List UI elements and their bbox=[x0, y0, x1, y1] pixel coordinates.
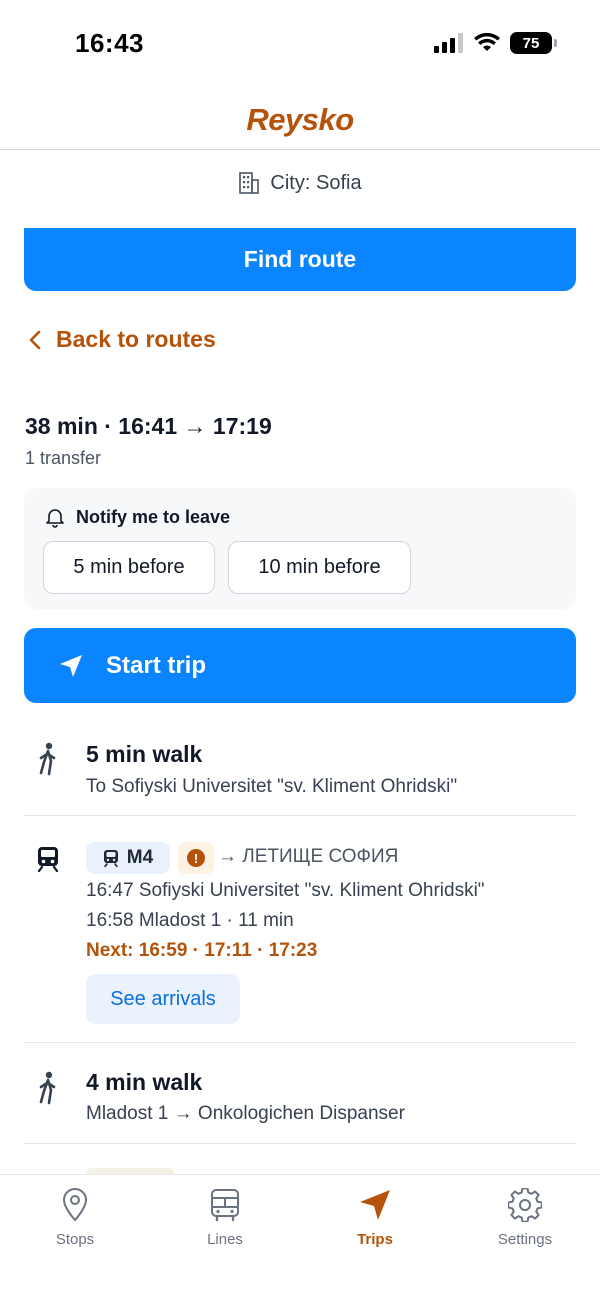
tab-trips[interactable]: Trips bbox=[300, 1185, 450, 1265]
location-pin-icon bbox=[62, 1188, 88, 1222]
start-trip-button[interactable]: Start trip bbox=[24, 628, 576, 703]
city-label: City: Sofia bbox=[270, 171, 362, 194]
line-name: M4 bbox=[126, 847, 154, 868]
walk-route: Mladost 1 → Onkologichen Dispanser bbox=[86, 1103, 405, 1124]
see-arrivals-button[interactable]: See arrivals bbox=[86, 974, 240, 1024]
find-route-button[interactable]: Find route bbox=[24, 228, 576, 291]
trip-transfers: 1 transfer bbox=[25, 448, 102, 468]
notify-10-min-button[interactable]: 10 min before bbox=[228, 541, 411, 594]
tab-stops[interactable]: Stops bbox=[0, 1185, 150, 1265]
city-selector[interactable]: City: Sofia bbox=[0, 168, 600, 198]
tab-label: Settings bbox=[497, 1231, 553, 1248]
walk-duration: 5 min walk bbox=[86, 741, 203, 767]
walk-duration: 4 min walk bbox=[86, 1069, 203, 1095]
signal-icon bbox=[434, 33, 463, 53]
notify-5-min-button[interactable]: 5 min before bbox=[43, 541, 215, 594]
tab-label: Stops bbox=[55, 1231, 95, 1248]
trip-step-metro: M4 ! → ЛЕТИЩЕ СОФИЯ 16:47 Sofiyski Unive… bbox=[24, 816, 576, 1043]
notify-card: Notify me to leave 5 min before 10 min b… bbox=[24, 488, 576, 609]
bus-icon bbox=[211, 1189, 239, 1222]
app-header: Reysko bbox=[0, 90, 600, 150]
alighting-stop: 16:58 Mladost 1 · 11 min bbox=[86, 910, 294, 931]
trip-step-walk-2: 4 min walk Mladost 1 → Onkologichen Disp… bbox=[24, 1043, 576, 1144]
tab-bar: Stops Lines Trips Settings bbox=[0, 1174, 600, 1301]
back-to-routes-link[interactable]: Back to routes bbox=[28, 326, 216, 353]
notify-header: Notify me to leave bbox=[44, 506, 230, 528]
start-trip-label: Start trip bbox=[106, 651, 207, 679]
navigation-arrow-icon bbox=[60, 654, 82, 677]
notify-title: Notify me to leave bbox=[76, 506, 231, 527]
tab-label: Trips bbox=[357, 1231, 393, 1248]
status-time: 16:43 bbox=[75, 28, 144, 58]
app-logo: Reysko bbox=[246, 101, 354, 137]
boarding-stop: 16:47 Sofiyski Universitet "sv. Kliment … bbox=[86, 880, 485, 901]
alert-icon: ! bbox=[187, 849, 205, 867]
building-icon bbox=[239, 172, 260, 194]
wifi-icon bbox=[474, 33, 500, 51]
bell-icon bbox=[46, 509, 64, 528]
line-badge[interactable]: M4 bbox=[86, 842, 170, 874]
status-icons: 75 bbox=[434, 32, 557, 54]
battery-indicator: 75 bbox=[510, 32, 557, 54]
metro-icon bbox=[37, 847, 59, 872]
walk-icon bbox=[39, 742, 56, 776]
next-departures: Next: 16:59 · 17:11 · 17:23 bbox=[86, 940, 318, 961]
metro-small-icon bbox=[103, 850, 118, 867]
line-direction: → ЛЕТИЩЕ СОФИЯ bbox=[218, 846, 399, 867]
battery-level: 75 bbox=[522, 34, 540, 52]
status-bar: 16:43 75 bbox=[0, 0, 600, 90]
walk-destination: To Sofiyski Universitet "sv. Kliment Ohr… bbox=[86, 776, 458, 797]
navigation-arrow-icon bbox=[360, 1190, 390, 1220]
chevron-left-icon bbox=[29, 330, 41, 349]
trip-step-walk-1: 5 min walk To Sofiyski Universitet "sv. … bbox=[24, 724, 576, 816]
service-alert-badge[interactable]: ! bbox=[178, 842, 214, 874]
tab-label: Lines bbox=[207, 1231, 243, 1248]
gear-icon bbox=[508, 1188, 542, 1222]
trip-summary-title: 38 min · 16:41 → 17:19 bbox=[25, 413, 272, 439]
back-label: Back to routes bbox=[56, 326, 216, 352]
tab-settings[interactable]: Settings bbox=[450, 1185, 600, 1265]
walk-icon bbox=[39, 1071, 56, 1105]
tab-lines[interactable]: Lines bbox=[150, 1185, 300, 1265]
